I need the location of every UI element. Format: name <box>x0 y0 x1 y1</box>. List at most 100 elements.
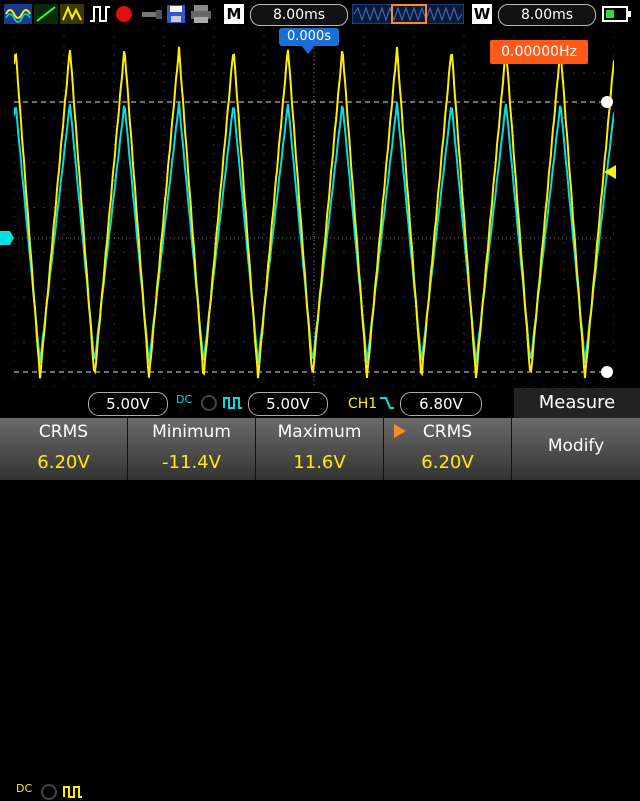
grid-dot <box>63 368 65 370</box>
waveform-overview-icon[interactable] <box>352 4 464 24</box>
save-icon[interactable] <box>166 4 186 24</box>
ch1-scale-readout[interactable]: 5.00V <box>88 392 168 416</box>
softkey-3[interactable]: Maximum 11.6V <box>256 418 384 480</box>
trigger-level-readout[interactable]: 6.80V <box>400 392 482 416</box>
grid-dot <box>413 72 415 74</box>
slope-icon[interactable] <box>34 4 58 24</box>
grid-dot <box>383 341 385 343</box>
main-timebase-readout[interactable]: 8.00ms <box>250 4 348 26</box>
usb-key-icon[interactable] <box>140 4 164 24</box>
waveform-screen[interactable] <box>14 28 614 387</box>
grid-dot <box>573 117 575 119</box>
grid-dot <box>43 28 45 29</box>
grid-dot <box>583 386 585 387</box>
grid-dot <box>313 377 315 379</box>
grid-dot <box>183 207 185 208</box>
grid-dot <box>113 260 115 262</box>
grid-dot <box>163 341 165 343</box>
softkey-4[interactable]: CRMS 6.20V <box>384 418 512 480</box>
trigger-position-marker[interactable] <box>300 44 316 54</box>
grid-dot <box>113 341 115 343</box>
grid-dot <box>163 180 165 182</box>
waveform-display-icon[interactable] <box>4 4 32 24</box>
grid-dot <box>573 386 575 387</box>
grid-dot <box>163 251 165 253</box>
grid-dot <box>413 54 415 56</box>
grid-dot <box>223 207 225 208</box>
grid-dot <box>513 81 515 83</box>
grid-dot <box>113 323 115 325</box>
grid-dot <box>413 359 415 361</box>
grid-dot <box>113 117 115 119</box>
grid-dot <box>33 117 35 119</box>
grid-dot <box>513 287 515 289</box>
grid-dot <box>583 251 585 253</box>
grid-dot <box>14 90 15 92</box>
grid-dot <box>113 36 115 38</box>
grid-dot <box>363 72 365 74</box>
grid-dot <box>263 224 265 226</box>
grid-dot <box>483 117 485 119</box>
window-timebase-readout[interactable]: 8.00ms <box>498 4 596 26</box>
cursor-e-marker[interactable] <box>600 365 614 379</box>
grid-dot <box>463 296 465 298</box>
grid-dot <box>113 215 115 217</box>
grid-dot <box>43 162 45 164</box>
trigger-level-marker[interactable] <box>602 165 616 179</box>
grid-dot <box>493 117 495 119</box>
grid-dot <box>493 341 495 343</box>
grid-dot <box>253 386 255 387</box>
pulse-icon[interactable] <box>88 4 112 24</box>
softkey-4-value: 6.20V <box>421 452 474 473</box>
grid-dot <box>463 198 465 200</box>
cursor-s-marker[interactable] <box>600 95 614 109</box>
grid-dot <box>203 207 205 208</box>
grid-dot <box>463 108 465 110</box>
grid-dot <box>63 224 65 226</box>
grid-dot <box>263 260 265 262</box>
grid-dot <box>133 341 135 343</box>
grid-dot <box>53 162 55 164</box>
print-icon[interactable] <box>190 4 212 24</box>
softkey-2[interactable]: Minimum -11.4V <box>128 418 256 480</box>
grid-dot <box>403 207 405 208</box>
grid-dot <box>173 162 175 164</box>
meter-icon[interactable] <box>60 4 84 24</box>
grid-dot <box>413 242 415 244</box>
grid-dot <box>483 207 485 208</box>
grid-dot <box>243 296 245 298</box>
grid-dot <box>363 45 365 47</box>
grid-dot <box>473 296 475 298</box>
grid-dot <box>313 305 315 307</box>
softkey-1[interactable]: CRMS 6.20V <box>0 418 128 480</box>
grid-dot <box>433 72 435 74</box>
grid-dot <box>493 162 495 164</box>
grid-dot <box>523 72 525 74</box>
grid-dot <box>253 117 255 119</box>
ch2-scale-readout[interactable]: 5.00V <box>248 392 328 416</box>
grid-dot <box>103 28 105 29</box>
softkey-5[interactable]: Modify <box>512 418 640 480</box>
grid-dot <box>233 386 235 387</box>
record-icon[interactable] <box>114 4 134 24</box>
grid-dot <box>493 72 495 74</box>
grid-dot <box>513 28 515 29</box>
grid-dot <box>333 162 335 164</box>
grid-dot <box>63 323 65 325</box>
grid-dot <box>233 28 235 29</box>
grid-dot <box>33 341 35 343</box>
grid-dot <box>363 63 365 65</box>
grid-dot <box>303 117 305 119</box>
grid-dot <box>63 296 65 298</box>
grid-dot <box>563 332 565 334</box>
grid-dot <box>263 153 265 155</box>
ch1-ground-marker[interactable] <box>0 231 14 245</box>
grid-dot <box>563 242 565 244</box>
grid-dot <box>513 36 515 38</box>
grid-dot <box>213 126 215 128</box>
grid-dot <box>313 269 315 271</box>
grid-dot <box>263 72 265 74</box>
grid-dot <box>613 260 614 262</box>
grid-dot <box>123 162 125 164</box>
grid-dot <box>463 54 465 56</box>
